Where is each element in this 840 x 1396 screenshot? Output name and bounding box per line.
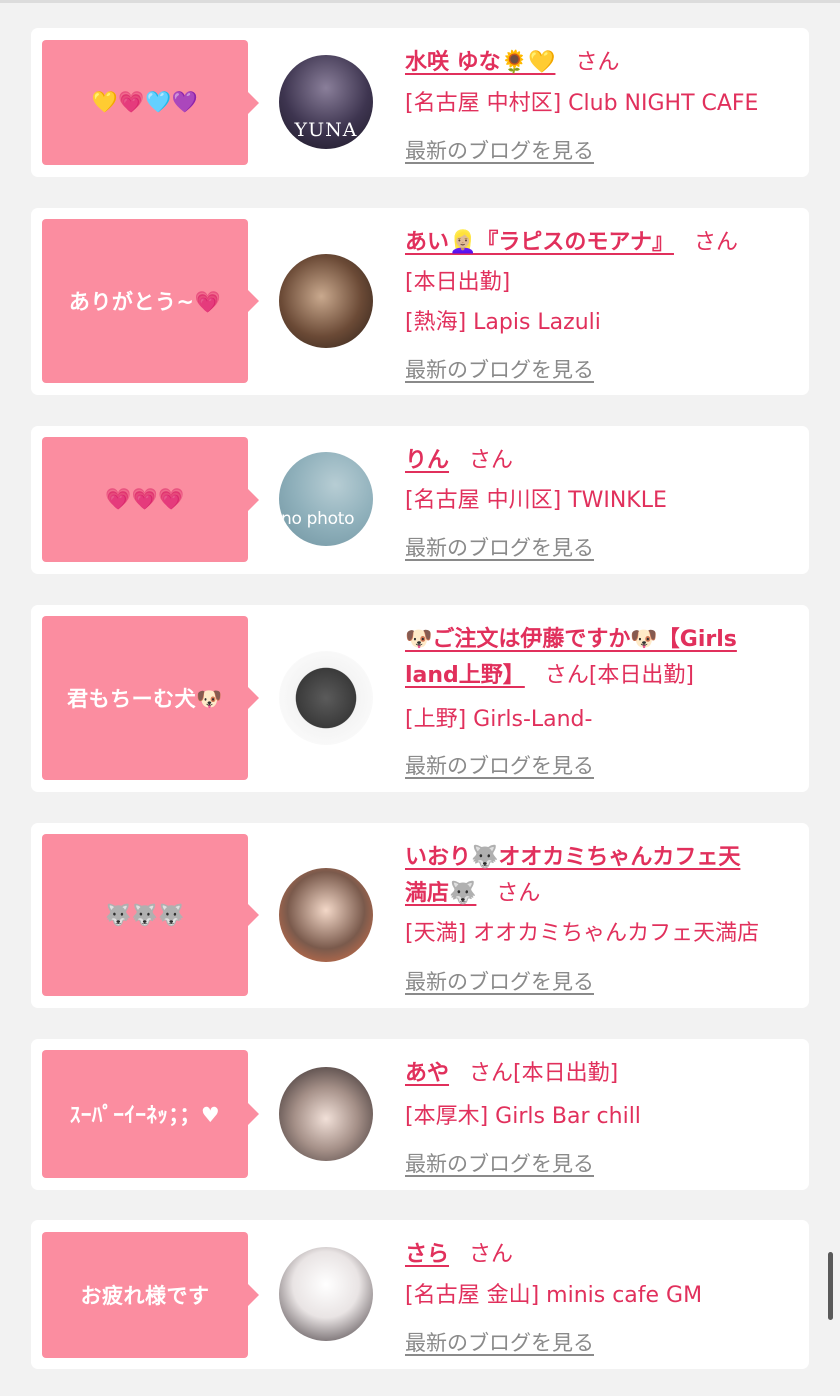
message-text: ｽｰﾊﾟｰｲｰﾈｯ；；♥ [69,1103,221,1127]
work-status: [本日出勤] [405,270,511,295]
cast-name-link[interactable]: あや [405,1061,449,1086]
message-text: お疲れ様です [80,1284,210,1308]
cast-name-link[interactable]: いおり🐺オオカミちゃんカフェ天 [405,845,740,870]
list-item: お疲れ様です さら さん [名古屋 金山] minis cafe GM 最新のブロ… [31,1220,809,1369]
message-bubble: 🐺🐺🐺 [42,834,259,996]
avatar[interactable]: no photo [279,452,373,546]
latest-blog-link[interactable]: 最新のブログを見る [405,358,594,382]
message-text: 💗💗💗 [105,487,185,511]
honorific: さん [496,881,541,906]
message-text: 💛💗🩵💜 [91,90,199,114]
latest-blog-link[interactable]: 最新のブログを見る [405,970,594,994]
honorific: さん [575,50,620,75]
cast-name-link-cont[interactable]: 満店🐺 [405,881,476,906]
list-item: 🐺🐺🐺 いおり🐺オオカミちゃんカフェ天 満店🐺 さん [天満] オオカミちゃんカフ… [31,823,809,1008]
list-item: 💗💗💗 no photo りん さん [名古屋 中川区] TWINKLE 最新のブ… [31,426,809,574]
entry-info: 🐶ご注文は伊藤ですか🐶【Girls land上野】 さん[本日出勤] [上野] G… [405,605,801,792]
latest-blog-link[interactable]: 最新のブログを見る [405,754,594,778]
cast-name-link[interactable]: 🐶ご注文は伊藤ですか🐶【Girls [405,627,737,652]
work-status: [本日出勤] [588,663,694,688]
entry-info: 水咲 ゆな🌻💛 さん [名古屋 中村区] Club NIGHT CAFE 最新のブ… [405,28,801,177]
shop-location: [熱海] Lapis Lazuli [405,310,601,335]
avatar[interactable] [279,651,373,745]
shop-location: [名古屋 中川区] TWINKLE [405,488,667,513]
honorific: さん [469,1061,514,1086]
latest-blog-link[interactable]: 最新のブログを見る [405,1152,594,1176]
entry-info: あい👱🏼‍♀️『ラピスのモアナ』 さん [本日出勤] [熱海] Lapis Laz… [405,208,801,395]
message-bubble: 💗💗💗 [42,437,259,562]
shop-location: [本厚木] Girls Bar chill [405,1104,641,1129]
cast-name-link[interactable]: あい👱🏼‍♀️『ラピスのモアナ』 [405,230,674,255]
entry-info: あや さん[本日出勤] [本厚木] Girls Bar chill 最新のブログを… [405,1039,801,1190]
shop-location: [上野] Girls-Land- [405,707,593,732]
list-item: 💛💗🩵💜 YUNA 水咲 ゆな🌻💛 さん [名古屋 中村区] Club NIGHT… [31,28,809,177]
message-text: ありがとう~💗 [68,290,222,314]
avatar[interactable] [279,1067,373,1161]
shop-location: [名古屋 金山] minis cafe GM [405,1283,703,1308]
honorific: さん [469,448,514,473]
entry-info: さら さん [名古屋 金山] minis cafe GM 最新のブログを見る [405,1220,801,1369]
shop-location: [名古屋 中村区] Club NIGHT CAFE [405,91,759,116]
message-bubble: 君もちーむ犬🐶 [42,616,259,780]
message-text: 君もちーむ犬🐶 [67,687,223,711]
honorific: さん [693,230,738,255]
avatar-watermark: YUNA [294,119,358,141]
latest-blog-link[interactable]: 最新のブログを見る [405,536,594,560]
message-bubble: ありがとう~💗 [42,219,259,383]
cast-name-link[interactable]: 水咲 ゆな🌻💛 [405,50,555,75]
latest-blog-link[interactable]: 最新のブログを見る [405,1331,594,1355]
honorific: さん [544,663,589,688]
avatar[interactable] [279,868,373,962]
message-bubble: 💛💗🩵💜 [42,40,259,165]
message-bubble: ｽｰﾊﾟｰｲｰﾈｯ；；♥ [42,1050,259,1178]
entry-info: いおり🐺オオカミちゃんカフェ天 満店🐺 さん [天満] オオカミちゃんカフェ天満店… [405,823,801,1008]
shop-location: [天満] オオカミちゃんカフェ天満店 [405,921,760,946]
avatar[interactable]: YUNA [279,55,373,149]
work-status: [本日出勤] [513,1061,619,1086]
message-text: 🐺🐺🐺 [105,902,185,927]
no-photo-label: no photo [281,509,355,529]
entry-info: りん さん [名古屋 中川区] TWINKLE 最新のブログを見る [405,426,801,574]
message-bubble: お疲れ様です [42,1232,259,1358]
list-item: ｽｰﾊﾟｰｲｰﾈｯ；；♥ あや さん[本日出勤] [本厚木] Girls Bar … [31,1039,809,1190]
list-item: ありがとう~💗 あい👱🏼‍♀️『ラピスのモアナ』 さん [本日出勤] [熱海] L… [31,208,809,395]
scrollbar[interactable] [828,1252,833,1320]
cast-name-link[interactable]: りん [405,448,449,473]
honorific: さん [469,1242,514,1267]
latest-blog-link[interactable]: 最新のブログを見る [405,139,594,163]
top-divider [0,0,840,3]
cast-name-link[interactable]: さら [405,1242,449,1267]
list-item: 君もちーむ犬🐶 🐶ご注文は伊藤ですか🐶【Girls land上野】 さん[本日出勤… [31,605,809,792]
avatar[interactable] [279,254,373,348]
avatar[interactable] [279,1247,373,1341]
cast-name-link-cont[interactable]: land上野】 [405,663,525,688]
